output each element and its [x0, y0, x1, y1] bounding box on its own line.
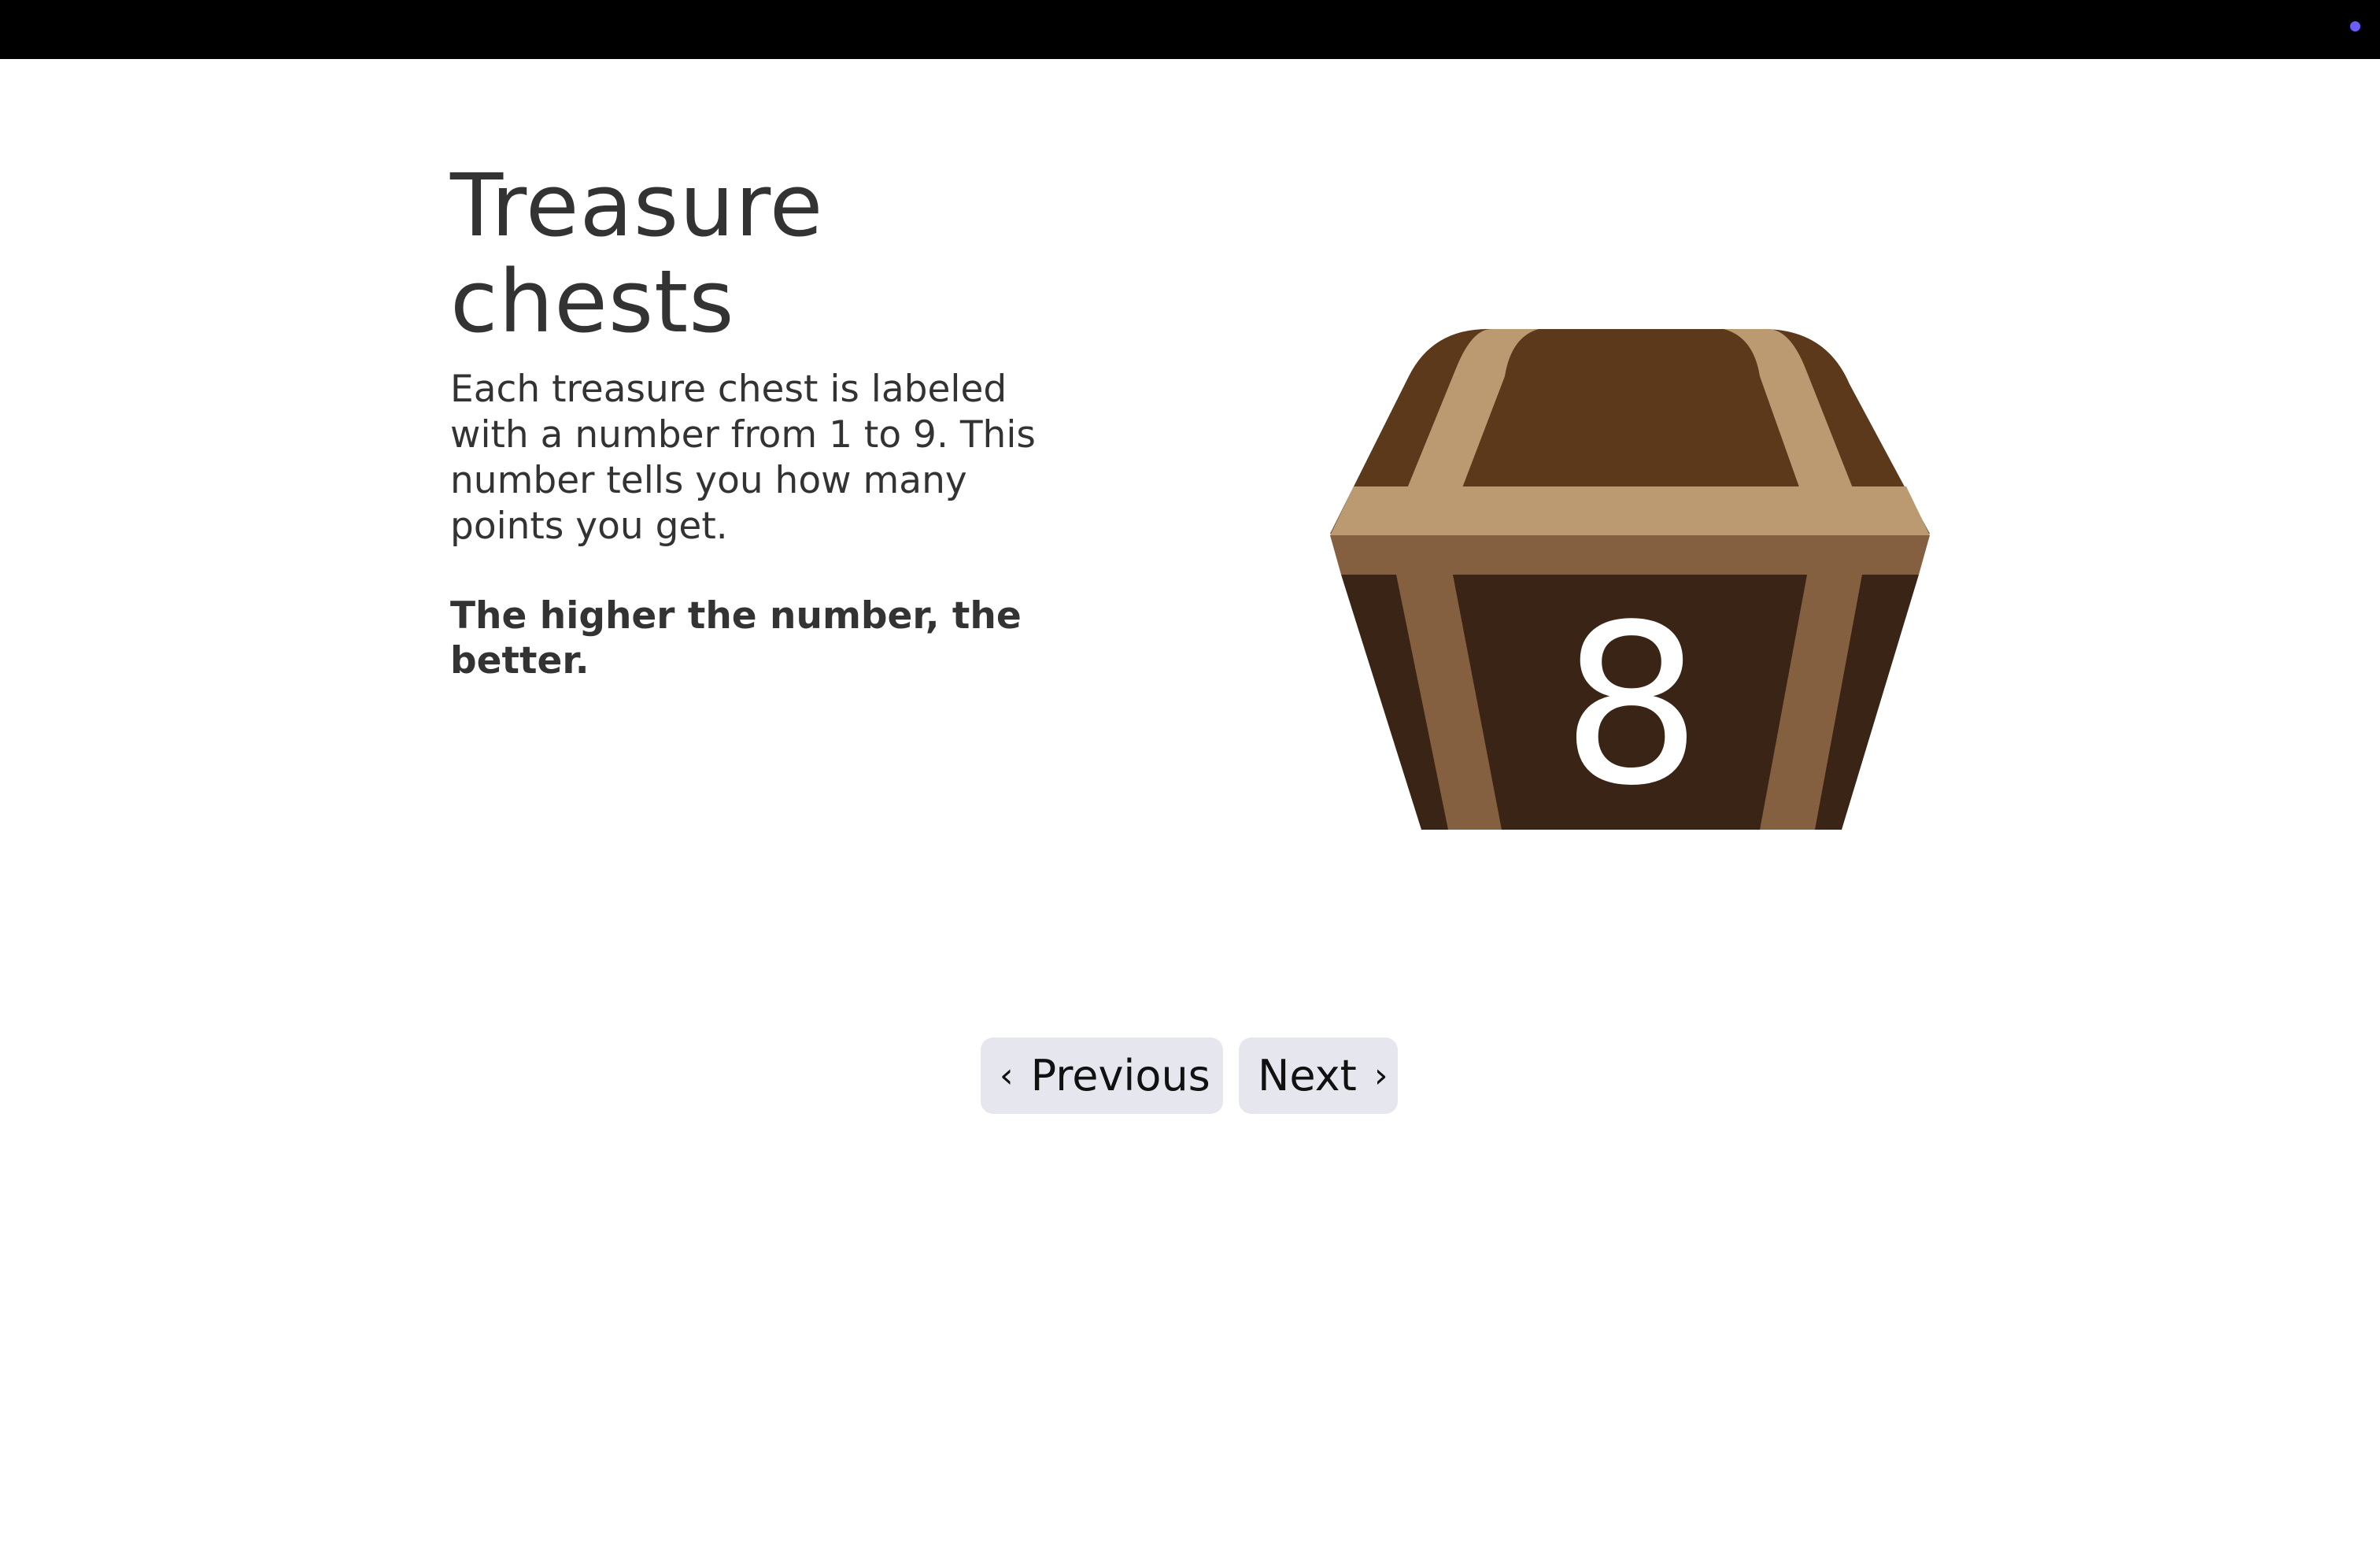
chest-number-label: 8 [1561, 578, 1702, 830]
previous-button-label: Previous [1030, 1051, 1210, 1100]
treasure-chest: 8 [1330, 329, 1930, 830]
instructions-panel: Treasure chests Each treasure chest is l… [450, 157, 1048, 683]
chest-band-top [1330, 486, 1930, 535]
next-button[interactable]: Next › [1239, 1037, 1398, 1114]
instructions-text: Each treasure chest is labeled with a nu… [450, 368, 1036, 548]
page-title: Treasure chests [450, 155, 824, 352]
chevron-left-icon: ‹ [1000, 1055, 1014, 1096]
top-bar [0, 0, 2380, 59]
chevron-right-icon: › [1373, 1055, 1388, 1096]
navigation-bar: ‹ Previous Next › [981, 1037, 1398, 1114]
treasure-chest-icon: 8 [1330, 329, 1930, 830]
chest-band-middle [1330, 535, 1930, 575]
status-dot-icon [2350, 21, 2360, 31]
next-button-label: Next [1258, 1051, 1357, 1100]
instructions-emphasis: The higher the number, the better. [450, 594, 1022, 682]
previous-button[interactable]: ‹ Previous [981, 1037, 1223, 1114]
